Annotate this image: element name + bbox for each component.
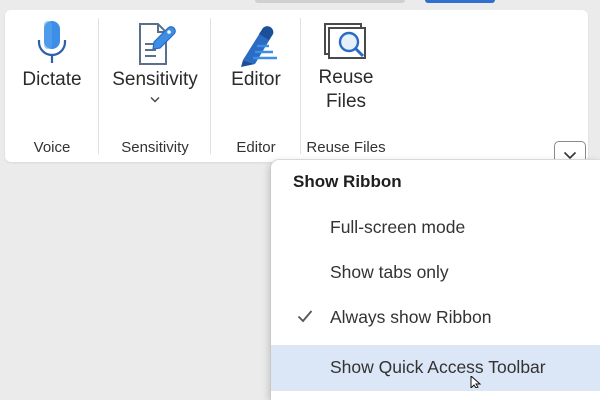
reuse-label-line2: Files [325,91,367,112]
menu-item-label: Show Quick Access Toolbar [330,357,546,377]
group-editor: Editor Editor [211,10,301,162]
mouse-pointer-icon [470,376,482,388]
editor-button[interactable]: Editor [217,12,295,130]
menu-title: Show Ribbon [293,172,402,191]
menu-item-show-quick-access-toolbar[interactable]: Show Quick Access Toolbar [271,345,600,391]
dictate-label: Dictate [22,69,82,90]
sensitivity-button[interactable]: Sensitivity [105,12,205,130]
show-ribbon-menu: Show Ribbon Full-screen mode Show tabs o… [271,160,600,400]
chevron-down-icon [150,97,160,103]
accent-tab-hint [425,0,495,3]
group-name-sensitivity: Sensitivity [121,139,189,156]
menu-item-label: Always show Ribbon [330,307,492,327]
group-sensitivity: Sensitivity Sensitivity [99,10,211,162]
chevron-down-icon [563,151,577,159]
editor-pen-icon [241,26,277,67]
group-name-voice: Voice [33,139,71,156]
group-name-reuse-files: Reuse Files [306,139,386,156]
ribbon: Dictate Voice Sensitivity Sensitivity Ed… [5,10,588,169]
group-reuse-files: Reuse Files Reuse Files [301,10,391,162]
menu-item-show-tabs-only[interactable]: Show tabs only [271,251,600,295]
menu-item-label: Show tabs only [330,262,449,282]
microphone-icon [37,21,67,63]
sensitivity-label: Sensitivity [112,69,198,90]
dictate-button[interactable]: Dictate [11,12,93,130]
menu-item-full-screen-mode[interactable]: Full-screen mode [271,206,600,250]
menu-item-always-show-ribbon[interactable]: Always show Ribbon [271,296,600,340]
sensitivity-label-icon [139,23,176,65]
top-strip [0,0,600,10]
checkmark-icon [297,310,313,323]
group-voice: Dictate Voice [5,10,99,162]
reuse-label-line1: Reuse [318,67,374,88]
reuse-files-icon [324,23,366,59]
editor-label: Editor [231,69,281,90]
reuse-files-button[interactable]: Reuse Files [307,12,385,130]
menu-item-label: Full-screen mode [330,217,466,237]
tab-hint [255,0,405,3]
group-name-editor: Editor [236,139,276,156]
